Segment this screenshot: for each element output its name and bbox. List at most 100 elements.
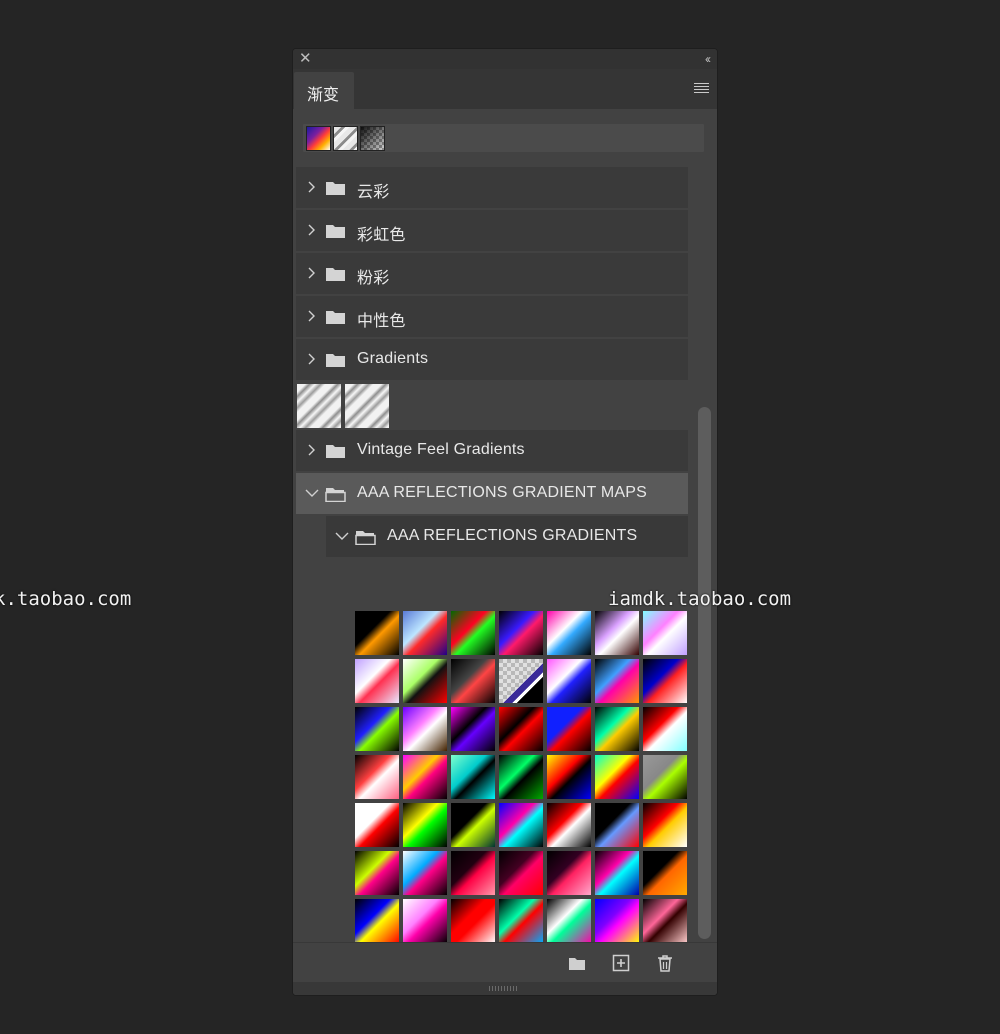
- gradient-swatch[interactable]: [355, 755, 399, 799]
- new-gradient-plus-icon[interactable]: [611, 953, 631, 973]
- gradient-swatch[interactable]: [547, 707, 591, 751]
- scrollbar-thumb[interactable]: [698, 407, 711, 939]
- chevron-down-icon[interactable]: [305, 485, 319, 501]
- close-icon[interactable]: ✕: [299, 50, 312, 68]
- folder-label: 中性色: [357, 313, 406, 330]
- folder-label: 彩虹色: [357, 227, 406, 244]
- gradient-swatch[interactable]: [595, 851, 639, 895]
- watermark-left: k.taobao.com: [0, 588, 132, 610]
- gradient-preset-list: 云彩彩虹色粉彩中性色 Gradients Vintage Feel Gradient…: [296, 167, 688, 993]
- gradient-swatch[interactable]: [451, 611, 495, 655]
- folder-row[interactable]: 中性色: [296, 296, 688, 337]
- gradient-swatch[interactable]: [547, 659, 591, 703]
- gradient-swatch[interactable]: [595, 659, 639, 703]
- folder-open-icon: [325, 488, 346, 502]
- folder-label: 云彩: [357, 184, 390, 201]
- gradient-swatch[interactable]: [643, 659, 687, 703]
- chevron-down-icon[interactable]: [335, 528, 349, 544]
- gradient-swatch[interactable]: [595, 899, 639, 943]
- folder-icon: [326, 225, 345, 238]
- panel-title-bar[interactable]: ✕ ‹‹: [293, 49, 717, 69]
- gradient-swatch[interactable]: [547, 851, 591, 895]
- gradients-panel: ✕ ‹‹ 渐变 云彩彩虹色粉彩中性色 Gradients Vintage Feel …: [292, 48, 718, 996]
- folder-icon: [326, 182, 345, 195]
- gradient-swatch[interactable]: [451, 707, 495, 751]
- folder-row[interactable]: 粉彩: [296, 253, 688, 294]
- chevron-right-icon[interactable]: [306, 308, 316, 324]
- gradient-swatch[interactable]: [499, 707, 543, 751]
- folder-row[interactable]: AAA REFLECTIONS GRADIENT MAPS: [296, 473, 688, 514]
- gradient-swatch[interactable]: [499, 659, 543, 703]
- gradient-swatch[interactable]: [499, 611, 543, 655]
- collapse-double-chevron-icon[interactable]: ‹‹: [705, 50, 711, 68]
- folder-label: 粉彩: [357, 270, 390, 287]
- folder-open-icon: [355, 531, 376, 545]
- gradient-swatch[interactable]: [643, 899, 687, 943]
- gradient-swatch[interactable]: [451, 851, 495, 895]
- folder-label: AAA REFLECTIONS GRADIENT MAPS: [357, 484, 648, 501]
- scrollbar-track[interactable]: [695, 167, 711, 939]
- gradient-swatch[interactable]: [547, 755, 591, 799]
- folder-row[interactable]: AAA REFLECTIONS GRADIENTS: [326, 516, 688, 557]
- gradient-swatch[interactable]: [403, 659, 447, 703]
- gradient-swatch[interactable]: [499, 899, 543, 943]
- folder-icon: [326, 268, 345, 281]
- gradient-swatch[interactable]: [355, 899, 399, 943]
- tab-gradients[interactable]: 渐变: [294, 72, 354, 109]
- tab-label: 渐变: [307, 87, 340, 104]
- folder-row[interactable]: Vintage Feel Gradients: [296, 430, 688, 471]
- chevron-right-icon[interactable]: [306, 351, 316, 367]
- chevron-right-icon[interactable]: [306, 265, 316, 281]
- folder-row[interactable]: 彩虹色: [296, 210, 688, 251]
- gradient-swatch[interactable]: [595, 803, 639, 847]
- gradient-swatch[interactable]: [451, 659, 495, 703]
- gradient-swatch[interactable]: [345, 384, 389, 428]
- gradient-swatch[interactable]: [643, 755, 687, 799]
- gradient-swatch[interactable]: [547, 899, 591, 943]
- folder-icon: [326, 311, 345, 324]
- recent-gradient-2[interactable]: [333, 126, 358, 151]
- panel-bottom-bar: [293, 942, 717, 982]
- gradient-swatch[interactable]: [403, 755, 447, 799]
- chevron-right-icon[interactable]: [306, 222, 316, 238]
- watermark-right: iamdk.taobao.com: [608, 588, 792, 610]
- gradient-swatch[interactable]: [643, 851, 687, 895]
- gradient-swatch[interactable]: [643, 707, 687, 751]
- folder-row[interactable]: Gradients: [296, 339, 688, 380]
- recent-gradient-1[interactable]: [306, 126, 331, 151]
- gradient-swatch[interactable]: [643, 611, 687, 655]
- gradient-swatch[interactable]: [355, 803, 399, 847]
- gradient-swatch[interactable]: [595, 611, 639, 655]
- panel-resize-grip[interactable]: [293, 982, 717, 995]
- gradient-swatch[interactable]: [451, 755, 495, 799]
- recent-gradient-3[interactable]: [360, 126, 385, 151]
- chevron-right-icon[interactable]: [306, 179, 316, 195]
- gradient-swatch[interactable]: [403, 803, 447, 847]
- gradient-swatch[interactable]: [451, 899, 495, 943]
- gradient-swatch[interactable]: [403, 707, 447, 751]
- gradient-swatch[interactable]: [595, 755, 639, 799]
- gradient-swatch[interactable]: [403, 611, 447, 655]
- gradient-swatch[interactable]: [403, 899, 447, 943]
- panel-menu-icon[interactable]: [694, 83, 709, 94]
- gradient-swatch[interactable]: [643, 803, 687, 847]
- gradient-swatch[interactable]: [547, 803, 591, 847]
- folder-label: AAA REFLECTIONS GRADIENTS: [387, 527, 638, 544]
- gradient-swatch[interactable]: [547, 611, 591, 655]
- gradient-swatch[interactable]: [451, 803, 495, 847]
- gradient-swatch[interactable]: [355, 851, 399, 895]
- gradient-swatch[interactable]: [499, 803, 543, 847]
- chevron-right-icon[interactable]: [306, 442, 316, 458]
- delete-trash-icon[interactable]: [655, 953, 675, 973]
- gradient-swatch[interactable]: [297, 384, 341, 428]
- gradient-swatch[interactable]: [499, 851, 543, 895]
- folder-row[interactable]: 云彩: [296, 167, 688, 208]
- recent-gradients-bar: [303, 124, 704, 152]
- gradient-swatch[interactable]: [355, 611, 399, 655]
- gradient-swatch[interactable]: [355, 707, 399, 751]
- gradient-swatch[interactable]: [595, 707, 639, 751]
- gradient-swatch[interactable]: [355, 659, 399, 703]
- gradient-swatch[interactable]: [499, 755, 543, 799]
- gradient-swatch[interactable]: [403, 851, 447, 895]
- new-group-folder-icon[interactable]: [567, 953, 587, 973]
